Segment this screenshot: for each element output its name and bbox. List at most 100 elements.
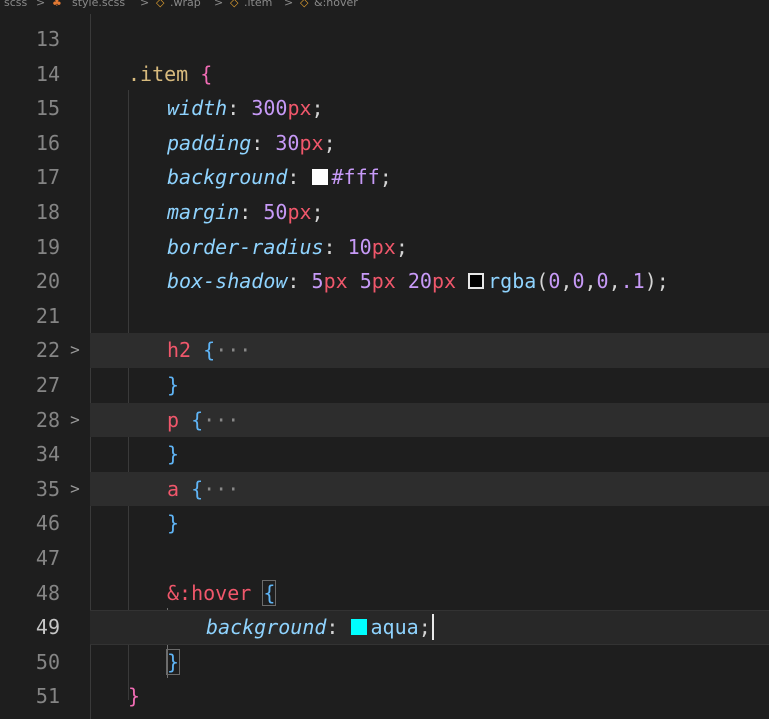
fold-expand-icon[interactable]: >: [68, 403, 82, 438]
folded-ellipsis[interactable]: ···: [215, 338, 251, 362]
code-text: a {···: [167, 476, 240, 501]
code-line[interactable]: 50 }: [0, 645, 769, 680]
code-text: margin: 50px;: [167, 200, 324, 224]
breadcrumb-item[interactable]: &:hover: [314, 0, 358, 8]
code-line-folded[interactable]: 28 > p {···: [0, 402, 769, 438]
color-value: #fff: [331, 165, 380, 190]
line-number: 34: [35, 442, 60, 467]
number-value: 0: [572, 269, 585, 294]
selector-icon: ◇: [230, 0, 239, 9]
code-line[interactable]: 16 padding: 30px;: [0, 126, 769, 161]
code-line[interactable]: 14 .item {: [0, 57, 769, 92]
selector: &:hover: [167, 580, 252, 605]
line-number: 14: [35, 61, 60, 86]
breadcrumb: scss > ♣ style.scss > ◇ .wrap > ◇ .item …: [0, 0, 769, 14]
code-text: box-shadow: 5px 5px 20px rgba(0,0,0,.1);: [167, 269, 669, 294]
line-number: 35: [35, 476, 60, 501]
line-number: 22: [35, 338, 60, 363]
code-line[interactable]: 17 background: #fff;: [0, 160, 769, 195]
code-line[interactable]: 13: [0, 22, 769, 57]
line-number: 27: [35, 373, 60, 397]
code-text: }: [167, 368, 769, 403]
number-value: 50: [263, 200, 288, 224]
selector-icon: ◇: [300, 0, 309, 9]
breadcrumb-separator: >: [140, 0, 150, 9]
number-value: 0: [548, 269, 561, 294]
line-number: 20: [35, 269, 60, 294]
code-line[interactable]: 34 }: [0, 437, 769, 472]
code-text: p {···: [167, 407, 240, 432]
close-brace: }: [167, 511, 180, 536]
close-brace: }: [167, 442, 180, 467]
unit: px: [371, 234, 396, 259]
property-name: width: [167, 96, 228, 121]
breadcrumb-item[interactable]: scss: [4, 0, 27, 8]
code-line[interactable]: 51 }: [0, 679, 769, 714]
unit: px: [299, 130, 324, 155]
property-name: border-radius: [167, 234, 324, 259]
line-number: 13: [35, 27, 60, 51]
line-number: 46: [35, 511, 60, 536]
code-text: background: aqua;: [206, 610, 769, 645]
code-line[interactable]: 47: [0, 541, 769, 576]
line-number: 21: [35, 303, 60, 328]
selector: .item: [128, 61, 189, 86]
breadcrumb-item[interactable]: style.scss: [72, 0, 125, 8]
line-number: 17: [35, 165, 60, 190]
code-line[interactable]: 48 &:hover {: [0, 576, 769, 611]
number-value: 5: [311, 269, 324, 294]
line-number: 50: [35, 649, 60, 674]
selector-tag: h2: [167, 338, 192, 363]
code-line[interactable]: 20 box-shadow: 5px 5px 20px rgba(0,0,0,.…: [0, 264, 769, 299]
line-number-current: 49: [35, 615, 60, 640]
open-brace: {: [200, 61, 213, 86]
color-swatch-white[interactable]: [311, 169, 328, 186]
text-cursor: [431, 614, 434, 641]
breadcrumb-separator: >: [284, 0, 294, 9]
line-number: 47: [35, 546, 60, 570]
open-brace-matched: {: [262, 579, 277, 606]
number-value: 300: [251, 96, 288, 121]
line-number: 19: [35, 234, 60, 259]
close-brace: }: [167, 373, 180, 397]
code-line[interactable]: 19 border-radius: 10px;: [0, 230, 769, 265]
property-name: margin: [167, 200, 240, 224]
code-editor[interactable]: justify-content: center; 13 14 .item { 1…: [0, 0, 769, 719]
unit: px: [323, 269, 348, 294]
code-text: }: [128, 679, 769, 714]
folded-ellipsis[interactable]: ···: [203, 477, 239, 501]
color-swatch-aqua[interactable]: [350, 619, 367, 636]
fold-expand-icon[interactable]: >: [68, 333, 82, 368]
color-swatch-black[interactable]: [468, 273, 485, 290]
code-text: h2 {···: [167, 338, 252, 363]
unit: px: [287, 200, 312, 224]
property-name: padding: [167, 130, 252, 155]
code-line[interactable]: 15 width: 300px;: [0, 91, 769, 126]
breadcrumb-item[interactable]: .wrap: [170, 0, 201, 8]
function-name: rgba: [488, 269, 537, 294]
code-text: &:hover {: [167, 576, 769, 611]
breadcrumb-item[interactable]: .item: [244, 0, 272, 8]
code-line-folded[interactable]: 22 > h2 {···: [0, 333, 769, 368]
unit: px: [287, 96, 312, 121]
code-text: border-radius: 10px;: [167, 234, 408, 259]
code-text: width: 300px;: [167, 96, 324, 121]
number-value: 5: [359, 269, 372, 294]
code-line-current[interactable]: 49 background: aqua;: [0, 610, 769, 645]
code-line[interactable]: 21: [0, 299, 769, 334]
number-value: 20: [407, 269, 432, 294]
code-line[interactable]: 46 }: [0, 506, 769, 541]
folded-ellipsis[interactable]: ···: [203, 408, 239, 432]
property-name: background: [206, 615, 327, 640]
code-text: background: #fff;: [167, 165, 392, 190]
code-text: }: [165, 645, 769, 680]
line-number: 16: [35, 130, 60, 155]
fold-expand-icon[interactable]: >: [68, 472, 82, 507]
color-keyword: aqua: [370, 615, 419, 640]
code-text: }: [167, 506, 769, 541]
code-line[interactable]: 18 margin: 50px;: [0, 195, 769, 230]
code-line[interactable]: 27 }: [0, 368, 769, 403]
number-value: 0: [596, 269, 609, 294]
code-line-folded[interactable]: 35 > a {···: [0, 471, 769, 507]
close-brace: }: [128, 684, 141, 709]
